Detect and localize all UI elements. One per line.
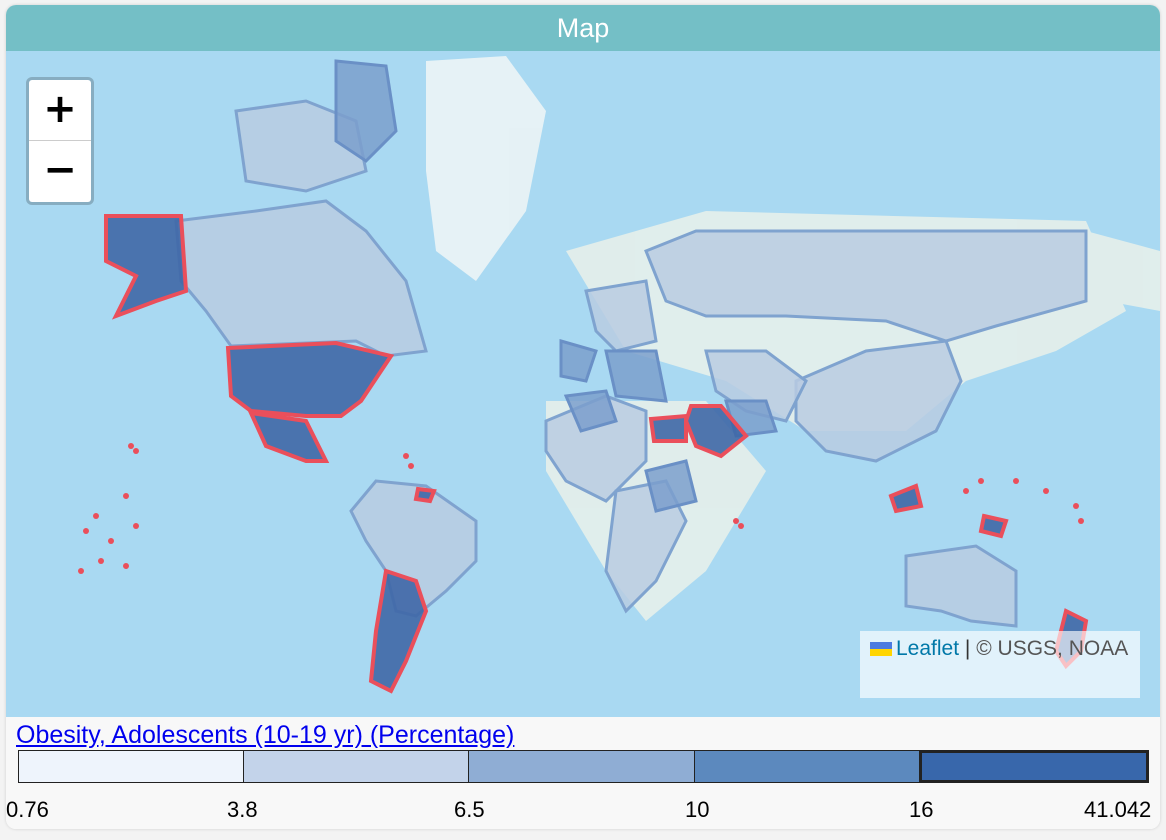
attribution-separator: |: [964, 637, 971, 660]
zoom-out-button[interactable]: −: [29, 141, 91, 201]
legend-tick: 41.042: [1084, 797, 1152, 822]
map-view[interactable]: + − Leaflet | © USGS, NOAA: [6, 51, 1160, 717]
legend-bin-5[interactable]: [918, 750, 1150, 783]
country-png[interactable]: [978, 513, 1009, 539]
legend-color-bins: [18, 750, 1150, 783]
legend-tick: 10: [685, 797, 710, 822]
zoom-control: + −: [26, 77, 94, 205]
attribution-copyright: © USGS, NOAA: [976, 637, 1129, 660]
country-europe[interactable]: [604, 349, 668, 403]
country-sudan[interactable]: [644, 459, 698, 513]
ukraine-flag-icon: [870, 642, 892, 656]
legend-bin-1[interactable]: [18, 750, 244, 783]
legend-tick: 3.8: [227, 797, 258, 822]
legend-bin-2[interactable]: [243, 750, 469, 783]
legend-bin-3[interactable]: [468, 750, 694, 783]
map-panel: Map + − Leaflet | © USGS, NOAA Obesity, …: [6, 5, 1160, 829]
country-egypt[interactable]: [648, 413, 688, 443]
legend-bin-4[interactable]: [693, 750, 919, 783]
map-attribution: Leaflet | © USGS, NOAA: [860, 631, 1140, 698]
panel-title: Map: [6, 5, 1160, 51]
map-canvas[interactable]: [6, 51, 1160, 717]
legend-tick: 16: [909, 797, 934, 822]
zoom-in-button[interactable]: +: [29, 80, 91, 141]
country-suriname[interactable]: [413, 486, 437, 504]
legend-tick: 6.5: [454, 797, 485, 822]
legend: Obesity, Adolescents (10-19 yr) (Percent…: [6, 717, 1160, 829]
legend-tick: 0.76: [6, 797, 49, 822]
legend-title-link[interactable]: Obesity, Adolescents (10-19 yr) (Percent…: [16, 721, 514, 750]
leaflet-link[interactable]: Leaflet: [896, 637, 959, 660]
